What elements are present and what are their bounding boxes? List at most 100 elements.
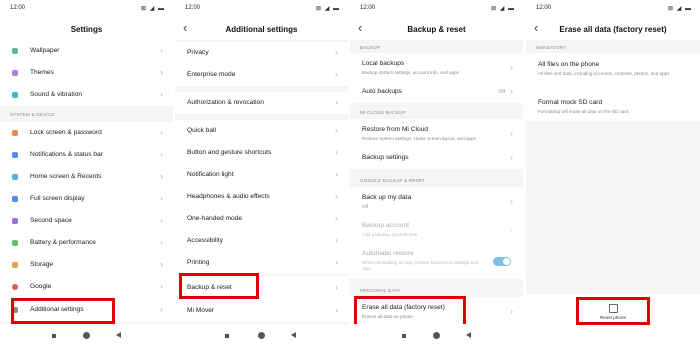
- back-button[interactable]: [116, 332, 121, 338]
- settings-item-sound[interactable]: Sound & vibration ›: [0, 84, 173, 106]
- themes-icon: [12, 70, 18, 76]
- additional-item-authorization[interactable]: Authorization & revocation ›: [175, 92, 348, 114]
- backup-reset-list: BACKUP Local backups Backup system setti…: [350, 40, 523, 325]
- item-label: Enterprise mode: [187, 71, 236, 78]
- item-subtitle: Add a backup account now: [362, 232, 418, 237]
- section-header-system: SYSTEM & DEVICE: [10, 112, 55, 117]
- chevron-right-icon: ›: [335, 235, 338, 245]
- chevron-right-icon: ›: [160, 89, 163, 99]
- header: ‹ Additional settings: [175, 18, 348, 40]
- item-subtitle: Backup system settings, account info, an…: [362, 70, 460, 75]
- recents-button[interactable]: [52, 334, 56, 338]
- wallpaper-icon: [12, 48, 18, 54]
- automatic-restore-toggle[interactable]: [493, 257, 511, 266]
- chevron-right-icon: ›: [335, 169, 338, 179]
- settings-item-storage[interactable]: Storage ›: [0, 254, 173, 276]
- home-button[interactable]: [258, 332, 265, 339]
- status-icons: ⊠ ◢ ▬: [491, 6, 515, 12]
- additional-item-notification-light[interactable]: Notification light ›: [175, 164, 348, 186]
- notifications-icon: [12, 152, 18, 158]
- settings-item-full-screen[interactable]: Full screen display ›: [0, 188, 173, 210]
- nav-bar: [350, 324, 523, 346]
- chevron-right-icon: ›: [160, 67, 163, 77]
- chevron-right-icon: ›: [510, 152, 513, 162]
- backup-account-item: Backup account Add a backup account now …: [350, 215, 523, 243]
- status-time: 12:00: [185, 5, 201, 11]
- chevron-right-icon: ›: [160, 149, 163, 159]
- settings-screen: 12:00 ⊠ ◢ ▬ Settings Wallpaper › Themes …: [0, 0, 173, 346]
- additional-item-one-handed[interactable]: One-handed mode ›: [175, 208, 348, 230]
- home-screen-icon: [12, 174, 18, 180]
- sound-icon: [12, 92, 18, 98]
- chevron-right-icon: ›: [160, 193, 163, 203]
- settings-item-home-screen[interactable]: Home screen & Recents ›: [0, 166, 173, 188]
- chevron-right-icon: ›: [510, 86, 513, 96]
- page-title: Backup & reset: [407, 25, 466, 34]
- item-label: Local backups: [362, 60, 405, 67]
- settings-item-label: Sound & vibration: [30, 91, 83, 98]
- settings-list: Wallpaper › Themes › Sound & vibration ›…: [0, 40, 173, 324]
- chevron-right-icon: ›: [160, 259, 163, 269]
- status-time: 12:00: [360, 5, 376, 11]
- backup-settings-item[interactable]: Backup settings ›: [350, 147, 523, 169]
- settings-item-label: Full screen display: [30, 195, 85, 202]
- settings-item-google[interactable]: Google ›: [0, 276, 173, 298]
- additional-item-accessibility[interactable]: Accessibility ›: [175, 230, 348, 252]
- settings-item-wallpaper[interactable]: Wallpaper ›: [0, 40, 173, 62]
- chevron-right-icon: ›: [335, 69, 338, 79]
- settings-item-label: Lock screen & password: [30, 129, 102, 136]
- additional-item-printing[interactable]: Printing ›: [175, 252, 348, 274]
- recents-button[interactable]: [402, 334, 406, 338]
- additional-item-quick-ball[interactable]: Quick ball ›: [175, 120, 348, 142]
- automatic-restore-item[interactable]: Automatic restore When reinstalling an a…: [350, 243, 523, 279]
- settings-item-label: Google: [30, 283, 52, 290]
- header: ‹ Backup & reset: [350, 18, 523, 40]
- chevron-right-icon: ›: [510, 128, 513, 138]
- highlight-box: [576, 297, 650, 325]
- nav-bar: [175, 324, 348, 346]
- chevron-right-icon: ›: [160, 127, 163, 137]
- settings-item-themes[interactable]: Themes ›: [0, 62, 173, 84]
- recents-button[interactable]: [225, 334, 229, 338]
- back-button[interactable]: [466, 332, 471, 338]
- item-subtitle: Formatting will erase all data on the SD…: [538, 109, 629, 114]
- status-bar: 12:00 ⊠ ◢ ▬: [350, 0, 523, 17]
- additional-item-enterprise[interactable]: Enterprise mode ›: [175, 64, 348, 86]
- back-button[interactable]: [291, 332, 296, 338]
- status-time: 12:00: [10, 5, 26, 11]
- item-value: Off: [498, 89, 505, 95]
- additional-settings-screen: 12:00 ⊠ ◢ ▬ ‹ Additional settings Privac…: [175, 0, 348, 346]
- chevron-right-icon: ›: [335, 147, 338, 157]
- status-time: 12:00: [536, 5, 552, 11]
- additional-item-gestures[interactable]: Button and gesture shortcuts ›: [175, 142, 348, 164]
- auto-backups-item[interactable]: Auto backups Off ›: [350, 81, 523, 103]
- battery-icon: [12, 240, 18, 246]
- status-bar: 12:00 ⊠ ◢ ▬: [175, 0, 348, 17]
- chevron-right-icon: ›: [510, 62, 513, 72]
- chevron-right-icon: ›: [160, 237, 163, 247]
- chevron-right-icon: ›: [335, 191, 338, 201]
- chevron-right-icon: ›: [510, 306, 513, 316]
- home-button[interactable]: [83, 332, 90, 339]
- chevron-right-icon: ›: [335, 305, 338, 315]
- format-sd-item[interactable]: Format mock SD card Formatting will eras…: [526, 93, 700, 121]
- item-label: Automatic restore: [362, 250, 414, 257]
- section-header-mandatory: MANDATORY: [536, 45, 567, 50]
- additional-item-privacy[interactable]: Privacy ›: [175, 42, 348, 64]
- all-files-item: All files on the phone All files and dat…: [526, 53, 700, 93]
- settings-item-label: Home screen & Recents: [30, 173, 102, 180]
- settings-item-second-space[interactable]: Second space ›: [0, 210, 173, 232]
- settings-item-notifications[interactable]: Notifications & status bar ›: [0, 144, 173, 166]
- home-button[interactable]: [433, 332, 440, 339]
- local-backups-item[interactable]: Local backups Backup system settings, ac…: [350, 53, 523, 81]
- header: ‹ Erase all data (factory reset): [526, 18, 700, 40]
- item-subtitle: All files and data, including accounts, …: [538, 71, 670, 76]
- settings-item-lock-screen[interactable]: Lock screen & password ›: [0, 122, 173, 144]
- settings-item-battery[interactable]: Battery & performance ›: [0, 232, 173, 254]
- additional-item-mi-mover[interactable]: Mi Mover ›: [175, 300, 348, 322]
- additional-item-headphones[interactable]: Headphones & audio effects ›: [175, 186, 348, 208]
- status-icons: ⊠ ◢ ▬: [316, 6, 340, 12]
- back-up-data-item[interactable]: Back up my data Off ›: [350, 187, 523, 215]
- restore-cloud-item[interactable]: Restore from Mi Cloud Restore system set…: [350, 119, 523, 147]
- erase-all-data-screen: 12:00 ⊠ ◢ ▬ ‹ Erase all data (factory re…: [526, 0, 700, 346]
